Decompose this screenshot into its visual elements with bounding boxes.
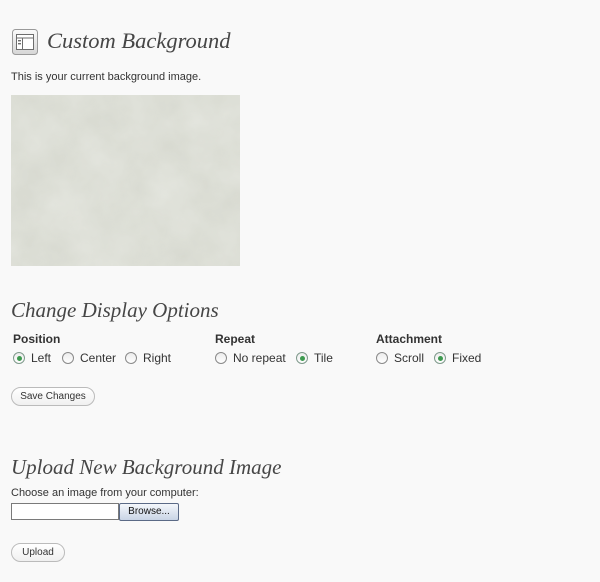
file-path-input[interactable] — [11, 503, 119, 520]
radio-label: Right — [143, 351, 172, 365]
position-center-radio[interactable]: Center — [62, 351, 116, 365]
position-label: Position — [13, 332, 61, 346]
attachment-label: Attachment — [376, 332, 443, 346]
radio-selected-icon[interactable] — [434, 352, 446, 364]
appearance-icon — [12, 29, 38, 55]
page-title: Custom Background — [47, 28, 231, 53]
repeat-none-radio[interactable]: No repeat — [215, 351, 286, 365]
radio-selected-icon[interactable] — [13, 352, 25, 364]
radio-label: Fixed — [452, 351, 482, 365]
save-changes-button[interactable]: Save Changes — [11, 387, 95, 406]
background-image-preview — [11, 95, 240, 266]
repeat-label: Repeat — [215, 332, 256, 346]
radio-selected-icon[interactable] — [296, 352, 308, 364]
position-right-radio[interactable]: Right — [125, 351, 171, 365]
repeat-tile-radio[interactable]: Tile — [296, 351, 333, 365]
upload-button[interactable]: Upload — [11, 543, 65, 562]
choose-image-label: Choose an image from your computer: — [11, 487, 199, 499]
radio-label: Scroll — [394, 351, 425, 365]
radio-label: Left — [31, 351, 52, 365]
radio-icon[interactable] — [62, 352, 74, 364]
radio-label: Center — [80, 351, 117, 365]
radio-label: No repeat — [233, 351, 286, 365]
attachment-scroll-radio[interactable]: Scroll — [376, 351, 424, 365]
radio-icon[interactable] — [215, 352, 227, 364]
upload-title: Upload New Background Image — [11, 455, 282, 479]
radio-label: Tile — [314, 351, 333, 365]
radio-icon[interactable] — [376, 352, 388, 364]
position-left-radio[interactable]: Left — [13, 351, 51, 365]
attachment-fixed-radio[interactable]: Fixed — [434, 351, 481, 365]
radio-icon[interactable] — [125, 352, 137, 364]
current-background-text: This is your current background image. — [11, 71, 202, 83]
display-options-title: Change Display Options — [11, 298, 219, 322]
browse-button[interactable]: Browse... — [119, 503, 179, 521]
